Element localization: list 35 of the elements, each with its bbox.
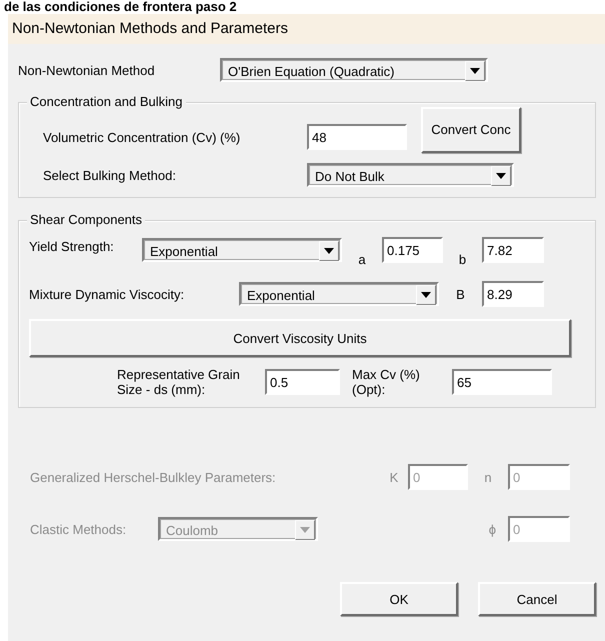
group-title: Concentration and Bulking: [27, 94, 186, 110]
max-cv-label: Max Cv (%) (Opt):: [352, 367, 421, 397]
b-field[interactable]: 7.82: [482, 237, 544, 263]
viscosity-dropdown[interactable]: Exponential: [239, 282, 439, 306]
viscosity-label: Mixture Dynamic Viscocity:: [29, 286, 186, 302]
herschel-bulkley-label: Generalized Herschel-Bulkley Parameters:: [30, 470, 277, 484]
bulking-dropdown[interactable]: Do Not Bulk: [307, 163, 514, 187]
group-title: Shear Components: [27, 212, 146, 228]
method-dropdown[interactable]: O'Brien Equation (Quadratic): [220, 58, 488, 82]
convert-viscosity-button[interactable]: Convert Viscosity Units: [29, 319, 571, 357]
concentration-field[interactable]: 48: [307, 124, 407, 150]
convert-conc-button[interactable]: Convert Conc: [421, 107, 521, 153]
dialog-button[interactable]: OK: [340, 582, 458, 616]
grain-size-label: Representative Grain Size - ds (mm):: [117, 367, 241, 397]
grain-size-field[interactable]: 0.5: [265, 369, 340, 395]
a-label: a: [357, 252, 367, 267]
method-label: Non-Newtonian Method: [18, 62, 156, 78]
window-title: Non-Newtonian Methods and Parameters: [8, 14, 605, 44]
n-label: n: [483, 470, 493, 484]
caret-icon: [416, 285, 436, 305]
caret-icon: [491, 166, 511, 186]
caret-icon: [295, 520, 315, 540]
dialog-button[interactable]: Cancel: [478, 582, 596, 616]
caption-text: de las condiciones de frontera paso 2: [3, 0, 238, 14]
phi-label: ϕ: [488, 522, 497, 536]
concentration-label: Volumetric Concentration (Cv) (%): [42, 130, 242, 144]
clastic-methods-label: Clastic Methods:: [30, 522, 128, 536]
max-cv-field[interactable]: 65: [452, 369, 552, 395]
bulking-label: Select Bulking Method:: [42, 168, 177, 182]
caret-icon: [319, 241, 339, 261]
yield-dropdown[interactable]: Exponential: [142, 238, 342, 262]
caret-icon: [465, 61, 485, 81]
yield-strength-label: Yield Strength:: [29, 239, 115, 254]
a-field[interactable]: 0.175: [382, 237, 443, 263]
b-label: b: [458, 252, 468, 267]
